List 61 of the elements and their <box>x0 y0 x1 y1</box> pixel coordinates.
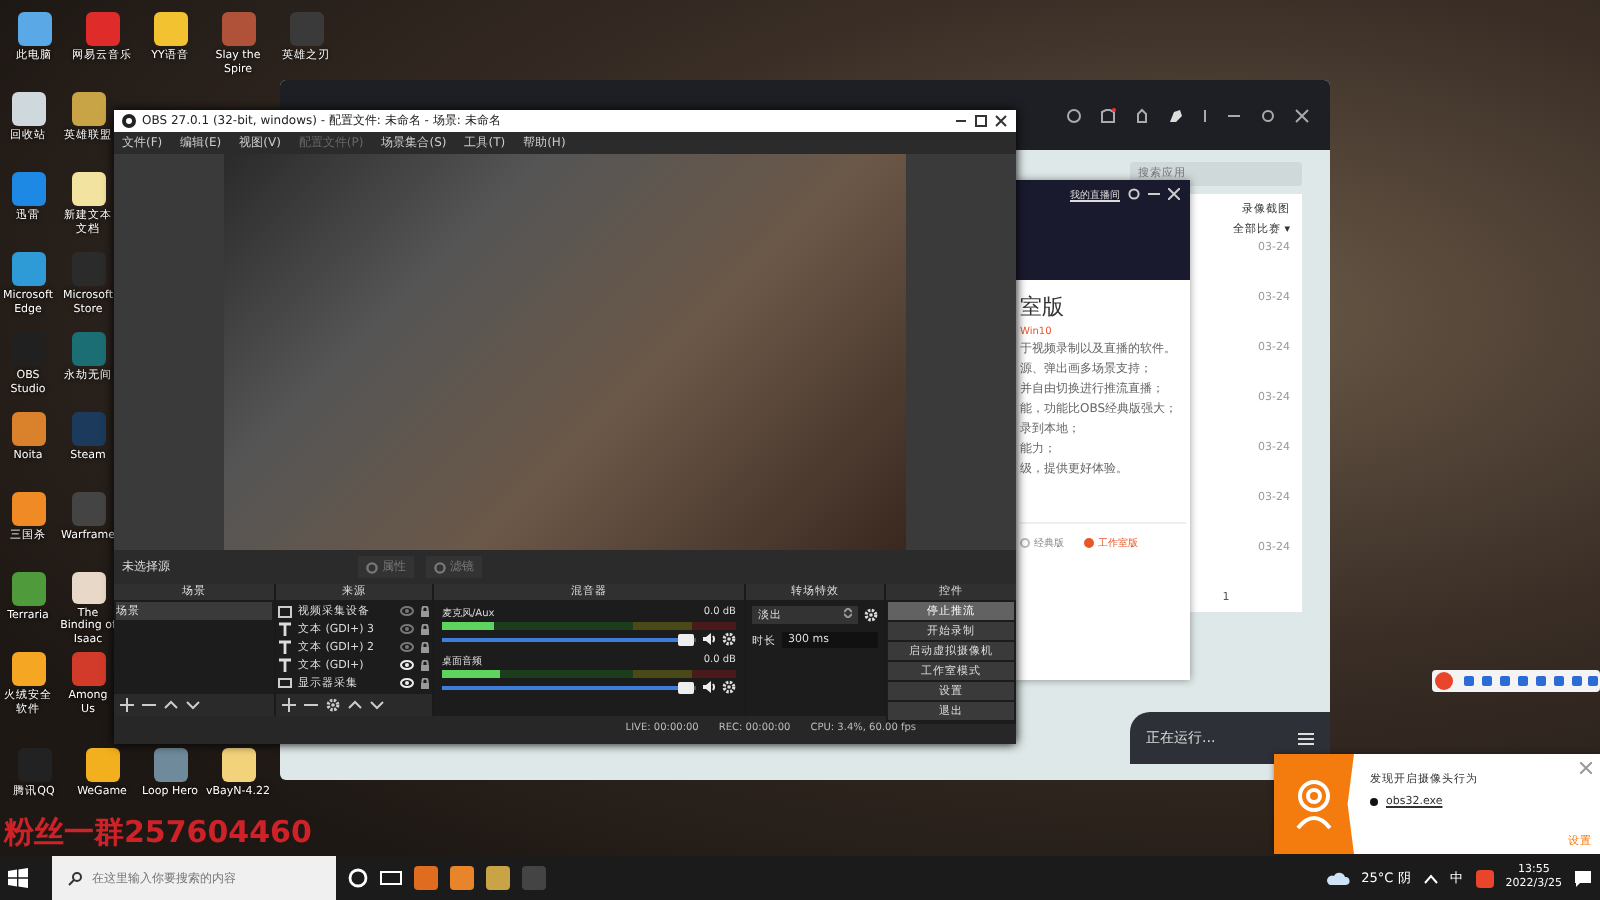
move-up-icon[interactable] <box>164 698 178 712</box>
move-down-icon[interactable] <box>186 698 200 712</box>
maximize-icon[interactable] <box>1260 107 1276 123</box>
lock-icon[interactable] <box>420 605 430 617</box>
text-icon <box>278 640 292 654</box>
close-icon[interactable] <box>1294 107 1310 123</box>
add-icon[interactable] <box>120 698 134 712</box>
slider-thumb[interactable] <box>677 681 694 693</box>
windows-start-icon[interactable] <box>8 868 28 888</box>
lock-icon[interactable] <box>420 623 430 635</box>
task-view-icon[interactable] <box>380 868 402 888</box>
app-icon[interactable] <box>71 572 105 603</box>
eye-faded-icon[interactable] <box>400 606 414 616</box>
app-icon[interactable] <box>11 652 45 686</box>
app-icon[interactable] <box>221 748 255 782</box>
input-method-toolbar[interactable] <box>1432 670 1600 692</box>
minimize-icon[interactable] <box>1148 188 1160 200</box>
search-icon <box>68 871 82 885</box>
app-icon[interactable] <box>11 92 45 126</box>
radio-button[interactable] <box>1020 538 1030 548</box>
move-down-icon[interactable] <box>370 698 384 712</box>
webcam-icon <box>1292 778 1336 830</box>
maximize-icon[interactable] <box>974 114 988 128</box>
chevron-up-icon[interactable] <box>1423 873 1438 883</box>
add-icon[interactable] <box>282 698 296 712</box>
minimize-icon[interactable] <box>954 114 968 128</box>
bullet-icon <box>1370 798 1378 806</box>
app-icon[interactable] <box>11 492 45 526</box>
move-up-icon[interactable] <box>348 698 362 712</box>
app-icon[interactable] <box>85 748 119 782</box>
notification-center-icon[interactable] <box>1574 869 1592 887</box>
remove-icon[interactable] <box>304 698 318 712</box>
sogou-icon[interactable] <box>1475 869 1494 887</box>
remove-icon[interactable] <box>142 698 156 712</box>
text-icon <box>278 622 292 636</box>
cloud-icon <box>1325 870 1350 886</box>
camera-icon <box>278 605 292 617</box>
radio-button[interactable] <box>1084 538 1094 548</box>
app-icon[interactable] <box>153 12 187 46</box>
monitor-icon <box>278 677 292 689</box>
eye-icon[interactable] <box>400 660 414 670</box>
app-icon[interactable] <box>11 252 45 286</box>
lock-icon[interactable] <box>420 677 430 689</box>
edition-heading: 室版 <box>1020 292 1066 322</box>
lock-icon[interactable] <box>420 659 430 671</box>
cortana-icon[interactable] <box>348 868 368 888</box>
eye-icon[interactable] <box>400 678 414 688</box>
app-icon[interactable] <box>71 92 105 126</box>
dropdown-arrow-icon <box>844 608 852 618</box>
speaker-icon[interactable] <box>702 632 716 646</box>
app-icon[interactable] <box>71 172 105 206</box>
lock-icon[interactable] <box>420 641 430 653</box>
app-icon[interactable] <box>11 412 45 446</box>
app-icon[interactable] <box>17 12 51 46</box>
eye-faded-icon[interactable] <box>400 624 414 634</box>
eye-faded-icon[interactable] <box>400 642 414 652</box>
slider-thumb[interactable] <box>677 633 694 645</box>
speaker-icon[interactable] <box>702 680 716 694</box>
close-icon[interactable] <box>994 114 1008 128</box>
text-icon <box>278 658 292 672</box>
overlay-text: 粉丝一群257604460 <box>4 814 312 852</box>
